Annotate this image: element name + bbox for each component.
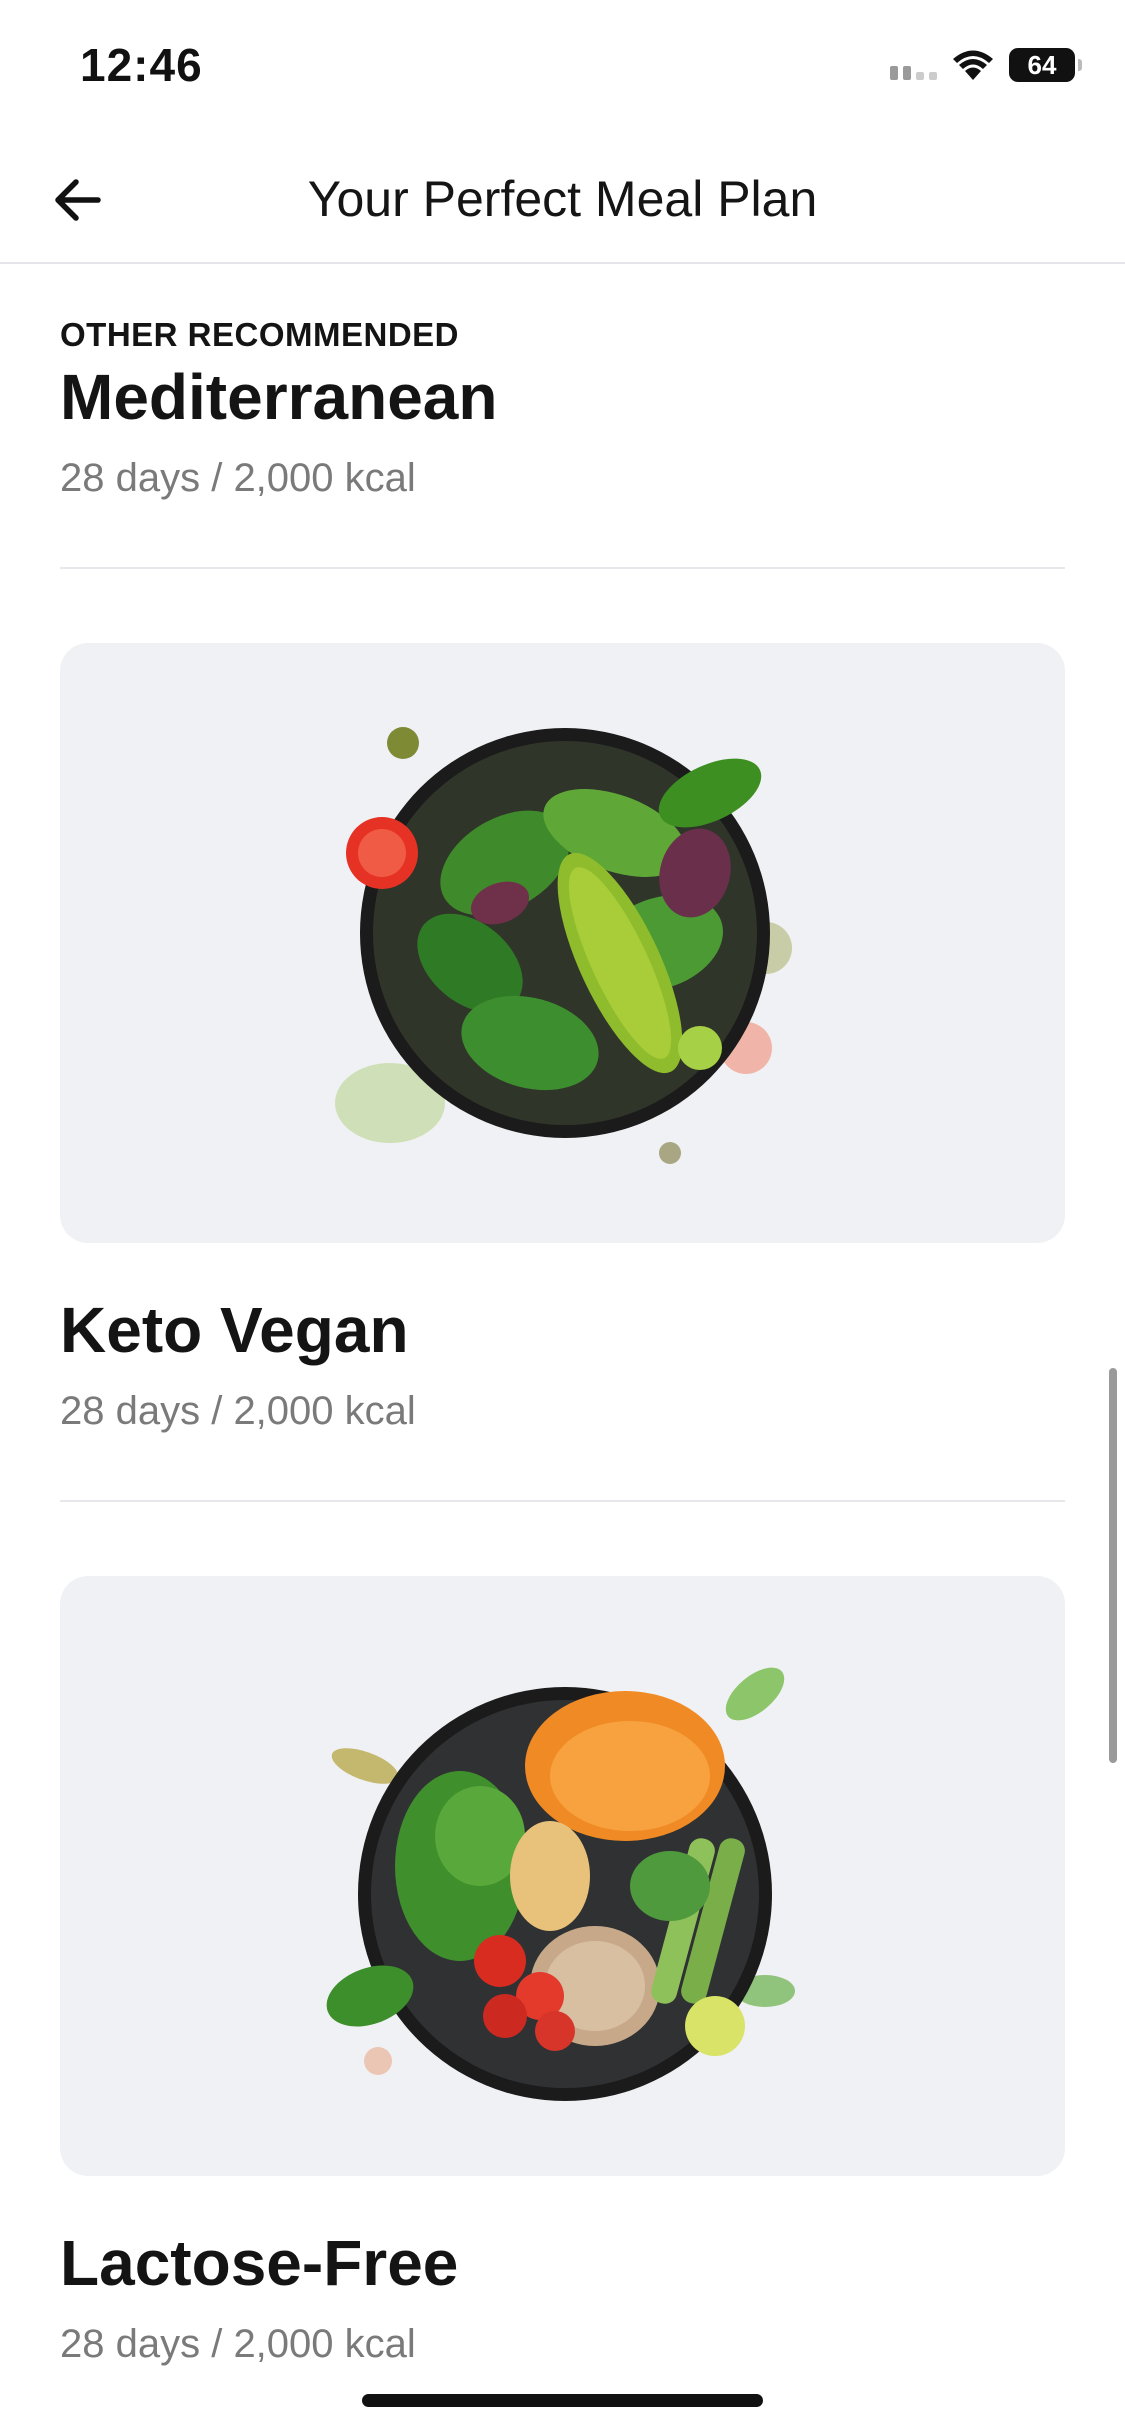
plan-image-card[interactable] <box>60 643 1065 1243</box>
status-time: 12:46 <box>80 39 203 91</box>
app-header: Your Perfect Meal Plan <box>0 140 1125 264</box>
status-icons: 64 <box>890 48 1082 82</box>
plan-name: Mediterranean <box>60 361 498 433</box>
scrollbar[interactable] <box>1109 1368 1117 1763</box>
wifi-icon <box>953 50 993 80</box>
home-indicator[interactable] <box>362 2394 763 2407</box>
cellular-signal-icon <box>890 50 937 80</box>
divider <box>60 567 1065 569</box>
plan-meta: 28 days / 2,000 kcal <box>60 456 416 500</box>
salad-bowl-image <box>335 727 792 1164</box>
divider <box>60 1500 1065 1502</box>
plan-meta: 28 days / 2,000 kcal <box>60 1389 416 1433</box>
plan-item-mediterranean[interactable]: OTHER RECOMMENDED Mediterranean 28 days … <box>60 316 1065 501</box>
plan-item-keto-vegan[interactable]: Keto Vegan 28 days / 2,000 kcal <box>60 643 1065 1434</box>
plan-meta: 28 days / 2,000 kcal <box>60 2322 416 2366</box>
squash-quinoa-bowl-image <box>326 1667 795 2101</box>
page-title: Your Perfect Meal Plan <box>307 171 818 227</box>
status-bar: 12:46 64 <box>0 0 1125 140</box>
section-label: OTHER RECOMMENDED <box>60 316 460 353</box>
plan-image-card[interactable] <box>60 1576 1065 2176</box>
battery-icon: 64 <box>1009 48 1082 82</box>
plan-item-lactose-free[interactable]: Lactose-Free 28 days / 2,000 kcal <box>60 1576 1065 2367</box>
meal-plan-list: OTHER RECOMMENDED Mediterranean 28 days … <box>60 262 1065 2367</box>
plan-name: Keto Vegan <box>60 1294 409 1366</box>
plan-name: Lactose-Free <box>60 2227 459 2299</box>
battery-level: 64 <box>1027 49 1057 80</box>
